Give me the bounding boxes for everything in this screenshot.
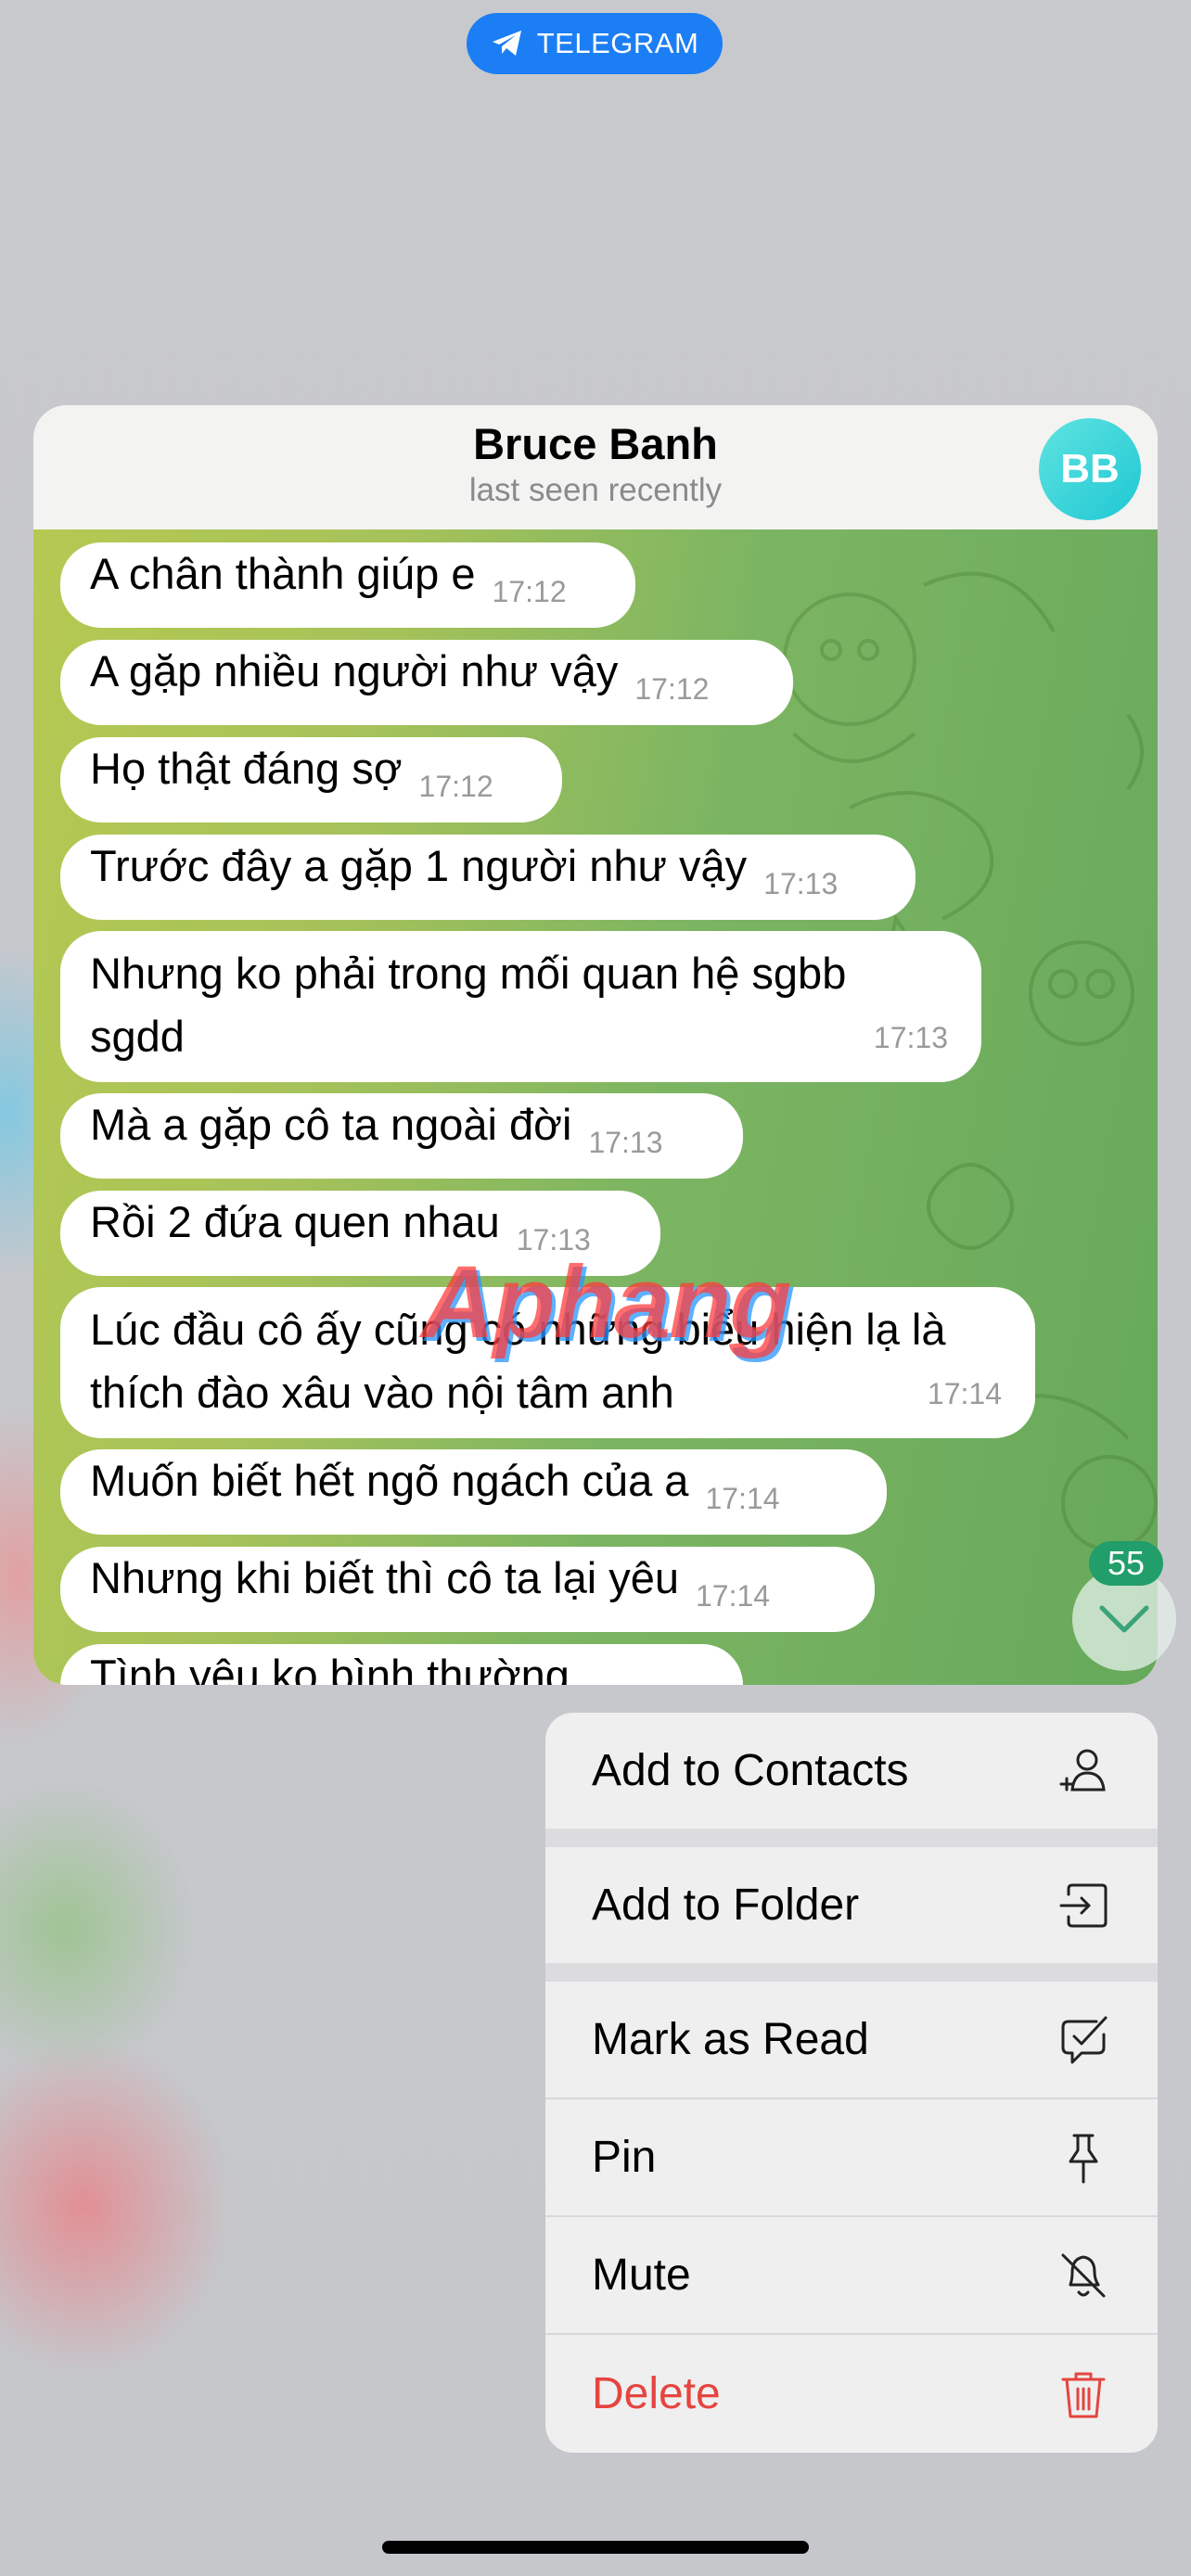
menu-separator	[545, 1963, 1158, 1982]
menu-item-add-to-folder[interactable]: Add to Folder	[545, 1847, 1158, 1963]
mark-read-icon	[1061, 2016, 1108, 2063]
message-text: Nhưng ko phải trong mối quan hệ sgbb sgd…	[90, 949, 847, 1061]
message-text: A gặp nhiều người như vậy	[90, 646, 619, 695]
chat-preview[interactable]: Bruce Banh last seen recently BB A chân …	[33, 405, 1158, 1685]
mute-bell-icon	[1061, 2253, 1106, 2297]
message-text: Trước đây a gặp 1 người như vậy	[90, 841, 748, 890]
menu-item-mark-as-read[interactable]: Mark as Read	[545, 1982, 1158, 2098]
message-time: 17:14	[695, 1579, 771, 1613]
menu-item-label: Pin	[592, 2133, 657, 2182]
avatar[interactable]: BB	[1039, 418, 1141, 520]
menu-item-pin[interactable]: Pin	[545, 2099, 1158, 2215]
add-to-folder-icon	[1059, 1883, 1108, 1927]
trash-icon	[1061, 2372, 1106, 2417]
telegram-plane-icon	[492, 31, 521, 56]
message-text: Nhưng khi biết thì cô ta lại yêu	[90, 1553, 679, 1602]
watermark-logo: Aphang	[421, 1245, 791, 1359]
message-time: 17:12	[492, 575, 567, 608]
message-time: 17:13	[763, 867, 839, 900]
contact-status: last seen recently	[468, 472, 723, 508]
message-text: Muốn biết hết ngõ ngách của a	[90, 1456, 689, 1505]
message-bubble[interactable]: A gặp nhiều người như vậy 17:12	[60, 640, 793, 725]
home-indicator[interactable]	[382, 2541, 809, 2554]
menu-separator	[545, 1829, 1158, 1847]
menu-item-label: Add to Folder	[592, 1881, 860, 1930]
message-time: 17:13	[873, 1021, 948, 1054]
message-time: 17:14	[705, 1482, 780, 1515]
message-bubble[interactable]: Muốn biết hết ngõ ngách của a 17:14	[60, 1449, 887, 1535]
menu-item-delete[interactable]: Delete	[545, 2335, 1158, 2453]
menu-item-mute[interactable]: Mute	[545, 2217, 1158, 2333]
message-time: 17:14	[927, 1377, 1002, 1410]
message-bubble[interactable]: Nhưng ko phải trong mối quan hệ sgbb sgd…	[60, 931, 981, 1082]
message-bubble[interactable]: Tình yêu ko bình thường	[60, 1644, 743, 1685]
message-time: 17:12	[634, 672, 710, 706]
context-menu: Add to Contacts Add to Folder Mark as Re…	[545, 1713, 1158, 2453]
app-name: TELEGRAM	[536, 27, 699, 59]
message-bubble[interactable]: Trước đây a gặp 1 người như vậy 17:13	[60, 835, 916, 920]
message-bubble[interactable]: Mà a gặp cô ta ngoài đời 17:13	[60, 1093, 743, 1179]
menu-item-label: Add to Contacts	[592, 1746, 909, 1795]
chat-header: Bruce Banh last seen recently BB	[33, 405, 1158, 530]
app-label-pill: TELEGRAM	[467, 13, 723, 74]
menu-item-label: Delete	[592, 2369, 721, 2418]
message-text: Họ thật đáng sợ	[90, 744, 403, 793]
unread-count-badge: 55	[1089, 1541, 1163, 1586]
add-contact-icon	[1059, 1749, 1106, 1791]
message-bubble[interactable]: Họ thật đáng sợ 17:12	[60, 737, 562, 823]
message-bubble[interactable]: Nhưng khi biết thì cô ta lại yêu 17:14	[60, 1547, 875, 1632]
message-text: Rồi 2 đứa quen nhau	[90, 1197, 500, 1246]
message-text: Tình yêu ko bình thường	[90, 1651, 570, 1685]
message-text: A chân thành giúp e	[90, 549, 476, 598]
message-time: 17:13	[588, 1126, 663, 1159]
menu-item-add-to-contacts[interactable]: Add to Contacts	[545, 1713, 1158, 1829]
message-text: Mà a gặp cô ta ngoài đời	[90, 1100, 572, 1149]
pin-icon	[1069, 2134, 1098, 2183]
menu-item-label: Mark as Read	[592, 2015, 869, 2064]
menu-item-label: Mute	[592, 2251, 691, 2300]
chat-area: A chân thành giúp e 17:12 A gặp nhiều ngư…	[33, 529, 1158, 1685]
message-time: 17:12	[418, 770, 493, 803]
message-bubble[interactable]: A chân thành giúp e 17:12	[60, 542, 635, 628]
chevron-down-icon	[1099, 1605, 1149, 1633]
contact-name: Bruce Banh	[473, 419, 718, 468]
